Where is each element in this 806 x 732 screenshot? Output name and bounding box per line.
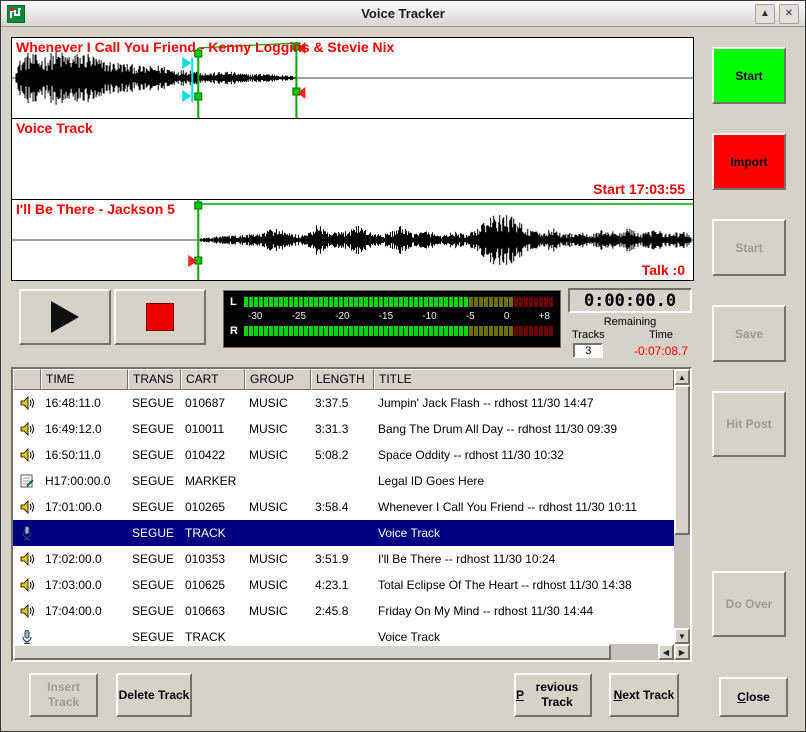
track3-title: I'll Be There - Jackson 5 [16, 201, 175, 217]
table-row[interactable]: 16:49:12.0SEGUE010011MUSIC3:31.3Bang The… [13, 416, 674, 442]
remaining-time-value: -0:07:08.7 [634, 344, 688, 358]
hit-post-button[interactable]: Hit Post [712, 391, 786, 457]
stop-icon [146, 303, 174, 331]
track-log-table: TIME TRANS CART GROUP LENGTH TITLE 16:48… [11, 367, 692, 662]
meter-left-segments [244, 297, 554, 307]
remaining-time-label: Time [649, 329, 673, 341]
stop-button[interactable] [114, 289, 206, 345]
waveform-track-previous[interactable]: Whenever I Call You Friend - Kenny Loggi… [12, 38, 693, 119]
column-header-title[interactable]: TITLE [374, 369, 674, 390]
table-row[interactable]: H17:00:00.0SEGUEMARKERLegal ID Goes Here [13, 468, 674, 494]
app-icon [7, 5, 25, 23]
save-button[interactable]: Save [712, 305, 786, 362]
previous-track-button[interactable]: Previous Track [514, 673, 592, 717]
column-header-group[interactable]: GROUP [245, 369, 311, 390]
remaining-tracks-value: 3 [573, 343, 603, 358]
column-header-trans[interactable]: TRANS [128, 369, 181, 390]
track-list-body: 16:48:11.0SEGUE010687MUSIC3:37.5Jumpin' … [13, 390, 674, 644]
play-button[interactable] [19, 289, 111, 345]
close-window-button[interactable]: ✕ [779, 4, 799, 24]
remaining-tracks-label: Tracks [572, 329, 605, 341]
track1-title: Whenever I Call You Friend - Kenny Loggi… [16, 39, 394, 55]
next-track-button[interactable]: Next Track [609, 673, 679, 717]
waveform-track-next[interactable]: I'll Be There - Jackson 5 Talk :0 [12, 200, 693, 280]
titlebar[interactable]: Voice Tracker ▲ ✕ [1, 1, 805, 27]
speaker-icon [19, 577, 35, 593]
column-header-time[interactable]: TIME [41, 369, 128, 390]
waveform-display[interactable]: Whenever I Call You Friend - Kenny Loggi… [11, 37, 694, 281]
track2-title: Voice Track [16, 120, 93, 136]
table-row[interactable]: 16:50:11.0SEGUE010422MUSIC5:08.2Space Od… [13, 442, 674, 468]
table-row[interactable]: 17:01:00.0SEGUE010265MUSIC3:58.4Whenever… [13, 494, 674, 520]
elapsed-time-display: 0:00:00.0 [568, 288, 692, 313]
meter-left-label: L [230, 296, 244, 308]
import-button[interactable]: Import [712, 133, 786, 190]
vertical-scrollbar[interactable]: ▲ ▼ [674, 369, 690, 644]
track3-talk-time: Talk :0 [642, 262, 685, 278]
horizontal-scroll-thumb[interactable] [13, 644, 611, 660]
shade-window-button[interactable]: ▲ [755, 4, 775, 24]
column-header-length[interactable]: LENGTH [311, 369, 374, 390]
do-over-button[interactable]: Do Over [712, 571, 786, 637]
delete-track-button[interactable]: Delete Track [116, 673, 192, 717]
speaker-icon [19, 499, 35, 515]
scroll-left-button[interactable]: ◀ [658, 644, 674, 660]
microphone-icon [19, 629, 35, 644]
column-header-icon[interactable] [13, 369, 41, 390]
table-row[interactable]: SEGUETRACKVoice Track [13, 520, 674, 546]
track2-start-time: Start 17:03:55 [593, 181, 685, 197]
meter-right-segments [244, 326, 554, 336]
insert-track-button[interactable]: Insert Track [29, 673, 98, 717]
table-row[interactable]: SEGUETRACKVoice Track [13, 624, 674, 644]
table-row[interactable]: 17:02:00.0SEGUE010353MUSIC3:51.9I'll Be … [13, 546, 674, 572]
scroll-up-button[interactable]: ▲ [674, 369, 690, 385]
horizontal-scrollbar[interactable]: ◀ ▶ [13, 644, 690, 660]
meter-right-label: R [230, 325, 244, 337]
speaker-icon [19, 395, 35, 411]
remaining-label: Remaining [568, 316, 692, 328]
close-button[interactable]: Close [719, 677, 788, 717]
meter-scale: -30 -25 -20 -15 -10 -5 0 +8 [230, 309, 554, 324]
scroll-down-button[interactable]: ▼ [674, 628, 690, 644]
start-track1-button[interactable]: Start [712, 47, 786, 104]
marker-icon [19, 473, 35, 489]
start-track3-button[interactable]: Start [712, 219, 786, 276]
table-row[interactable]: 16:48:11.0SEGUE010687MUSIC3:37.5Jumpin' … [13, 390, 674, 416]
microphone-icon [19, 525, 35, 541]
scroll-right-button[interactable]: ▶ [674, 644, 690, 660]
remaining-panel: Remaining Tracks 3 Time -0:07:08.7 [568, 316, 692, 358]
track-list-header: TIME TRANS CART GROUP LENGTH TITLE [13, 369, 674, 390]
speaker-icon [19, 603, 35, 619]
speaker-icon [19, 421, 35, 437]
vertical-scroll-thumb[interactable] [674, 385, 690, 535]
window-title: Voice Tracker [1, 6, 805, 21]
table-row[interactable]: 17:03:00.0SEGUE010625MUSIC4:23.1Total Ec… [13, 572, 674, 598]
speaker-icon [19, 551, 35, 567]
waveform-track-voice[interactable]: Voice Track Start 17:03:55 [12, 119, 693, 200]
voice-tracker-window: Voice Tracker ▲ ✕ [0, 0, 806, 732]
speaker-icon [19, 447, 35, 463]
audio-level-meter: L -30 -25 -20 -15 -10 -5 0 +8 R [223, 290, 561, 348]
column-header-cart[interactable]: CART [181, 369, 245, 390]
table-row[interactable]: 17:04:00.0SEGUE010663MUSIC2:45.8Friday O… [13, 598, 674, 624]
play-icon [51, 301, 79, 333]
